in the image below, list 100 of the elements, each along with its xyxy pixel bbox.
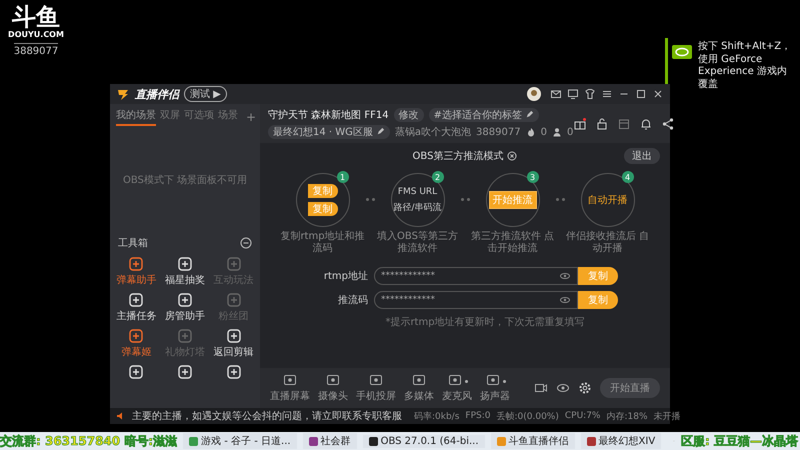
app-icon bbox=[308, 436, 318, 446]
avatar-icon[interactable] bbox=[527, 87, 541, 101]
status-item: 码率:0kb/s bbox=[414, 410, 460, 422]
app-icon bbox=[496, 436, 506, 446]
tool-icon bbox=[226, 256, 242, 272]
field-value: ************ bbox=[381, 295, 436, 305]
field-value: ************ bbox=[381, 271, 436, 281]
overlay-text: 区服: 豆豆猫—冰晶塔 bbox=[681, 432, 798, 450]
step-number: 2 bbox=[432, 171, 444, 183]
tool-icon bbox=[176, 364, 193, 380]
pencil-icon bbox=[524, 110, 534, 119]
category-selector[interactable]: 最终幻想14 · WG区服 bbox=[268, 125, 390, 139]
tool-icon bbox=[226, 328, 242, 344]
step-caption: 填入OBS等第三方推流软件 bbox=[376, 231, 459, 255]
step-label: 自动开播 bbox=[588, 194, 628, 207]
toolbar-button[interactable]: 麦克风 bbox=[442, 373, 472, 403]
menu-icon[interactable] bbox=[601, 88, 613, 100]
step-caption: 第三方推流软件 点击开始推流 bbox=[470, 231, 556, 255]
add-tab-button[interactable]: + bbox=[246, 110, 256, 124]
tag-field[interactable]: #选择适合你的标签 bbox=[428, 108, 539, 122]
hot-count: 0 bbox=[540, 126, 547, 138]
taskbar-item[interactable]: 社会群 bbox=[302, 433, 357, 449]
toolbar-button[interactable]: 手机投屏 bbox=[356, 373, 396, 403]
start-live-button[interactable]: 开始直播 bbox=[600, 378, 660, 398]
input-field[interactable]: ************ bbox=[374, 267, 578, 285]
share-icon[interactable] bbox=[661, 116, 676, 130]
tool-icon bbox=[128, 328, 144, 344]
tool-item[interactable]: 弹幕助手 bbox=[112, 256, 161, 287]
field-label: 推流码 bbox=[337, 294, 368, 307]
mail-icon[interactable] bbox=[550, 88, 562, 100]
toolbar-button[interactable]: 扬声器 bbox=[480, 373, 510, 403]
toolbar-button[interactable]: 多媒体 bbox=[404, 373, 434, 403]
calendar-icon[interactable] bbox=[617, 116, 632, 130]
video-icon[interactable] bbox=[534, 381, 548, 395]
step-number: 4 bbox=[622, 171, 634, 183]
eye-icon[interactable] bbox=[556, 381, 570, 395]
hint-text: *提示rtmp地址有更新时，下次无需重复填写 bbox=[385, 316, 585, 329]
more-icon[interactable] bbox=[240, 237, 252, 249]
flame-icon bbox=[526, 127, 536, 137]
tool-icon bbox=[128, 364, 144, 380]
status-item: 丢帧:0(0.00%) bbox=[496, 410, 559, 422]
unlock-icon[interactable] bbox=[595, 116, 610, 130]
step-caption: 伴侣接收推流后 自动开播 bbox=[564, 231, 650, 255]
logo-text: 斗鱼 bbox=[12, 4, 60, 30]
notice-text: 主要的主播，如遇文娱等公会抖的问题，请立即联系专职客服 bbox=[132, 410, 402, 423]
step-label: 路径/串码流 bbox=[393, 202, 442, 214]
scene-tab[interactable]: 场景 bbox=[218, 108, 238, 126]
toolbox-title: 工具箱 bbox=[118, 237, 149, 250]
tool-item[interactable]: 主播任务 bbox=[112, 292, 161, 323]
site-name: DOUYU.COM bbox=[8, 30, 64, 40]
toolbar-button[interactable]: 直播屏幕 bbox=[270, 373, 310, 403]
step-caption: 复制rtmp地址和推流码 bbox=[280, 231, 366, 255]
monitor-icon[interactable] bbox=[567, 88, 579, 100]
shirt-icon[interactable] bbox=[584, 88, 596, 100]
taskbar-item[interactable]: 斗鱼直播伴侣 bbox=[490, 433, 575, 449]
edit-button[interactable]: 修改 bbox=[394, 108, 424, 122]
settings-icon[interactable] bbox=[578, 381, 592, 395]
tool-item[interactable]: 房管助手 bbox=[160, 292, 210, 323]
tool-icon bbox=[226, 364, 242, 380]
connector-dots bbox=[366, 198, 374, 201]
stream-title: 守护天节 森林新地图 FF14 bbox=[268, 108, 389, 122]
eye-icon[interactable] bbox=[559, 294, 571, 306]
taskbar-item[interactable]: 游戏 - 谷子 - 日道... bbox=[183, 433, 297, 449]
exit-button[interactable]: 退出 bbox=[624, 148, 660, 164]
tool-icon bbox=[176, 292, 193, 308]
eye-icon[interactable] bbox=[559, 270, 571, 282]
close-icon[interactable] bbox=[507, 151, 518, 161]
input-field[interactable]: ************ bbox=[374, 291, 578, 309]
gift-icon[interactable] bbox=[573, 116, 588, 130]
taskbar-item[interactable]: 最终幻想XIV bbox=[580, 433, 662, 449]
status-item: FPS:0 bbox=[465, 411, 490, 421]
empty-scene-text: OBS模式下 场景面板不可用 bbox=[122, 174, 248, 187]
app-title: 直播伴侣 bbox=[135, 86, 179, 102]
scene-tab[interactable]: 可选项 bbox=[184, 108, 214, 126]
toolbar-button[interactable]: 摄像头 bbox=[318, 373, 348, 403]
streamer-name: 蒸锅a吹个大泡泡 bbox=[394, 126, 472, 139]
person-icon bbox=[552, 127, 562, 137]
scene-tab[interactable]: 双屏 bbox=[160, 108, 180, 126]
pencil-icon bbox=[376, 127, 385, 136]
maximize-icon[interactable] bbox=[635, 88, 647, 100]
tool-icon bbox=[226, 292, 242, 308]
close-icon[interactable] bbox=[652, 88, 664, 100]
app-icon bbox=[189, 436, 198, 446]
scene-tab[interactable]: 我的场景 bbox=[116, 108, 156, 126]
connector-dots bbox=[556, 198, 564, 201]
tool-item[interactable]: 弹幕姬 bbox=[112, 328, 161, 359]
step-label: FMS URL bbox=[398, 186, 438, 196]
connector-dots bbox=[460, 198, 470, 201]
bell-icon[interactable] bbox=[639, 116, 654, 130]
tool-icon bbox=[128, 292, 144, 308]
tool-icon bbox=[176, 256, 193, 272]
fans-count: 0 bbox=[566, 126, 574, 138]
tool-item[interactable]: 福星抽奖 bbox=[160, 256, 210, 287]
taskbar-item[interactable]: OBS 27.0.1 (64-bi... bbox=[362, 434, 485, 448]
tool-icon bbox=[176, 328, 193, 344]
tool-item[interactable]: 返回剪辑 bbox=[209, 328, 258, 359]
status-item: 未开播 bbox=[654, 410, 681, 422]
version-badge[interactable]: 测试 ▶ bbox=[184, 86, 227, 102]
step-number: 3 bbox=[526, 171, 538, 183]
app-icon bbox=[368, 436, 378, 446]
